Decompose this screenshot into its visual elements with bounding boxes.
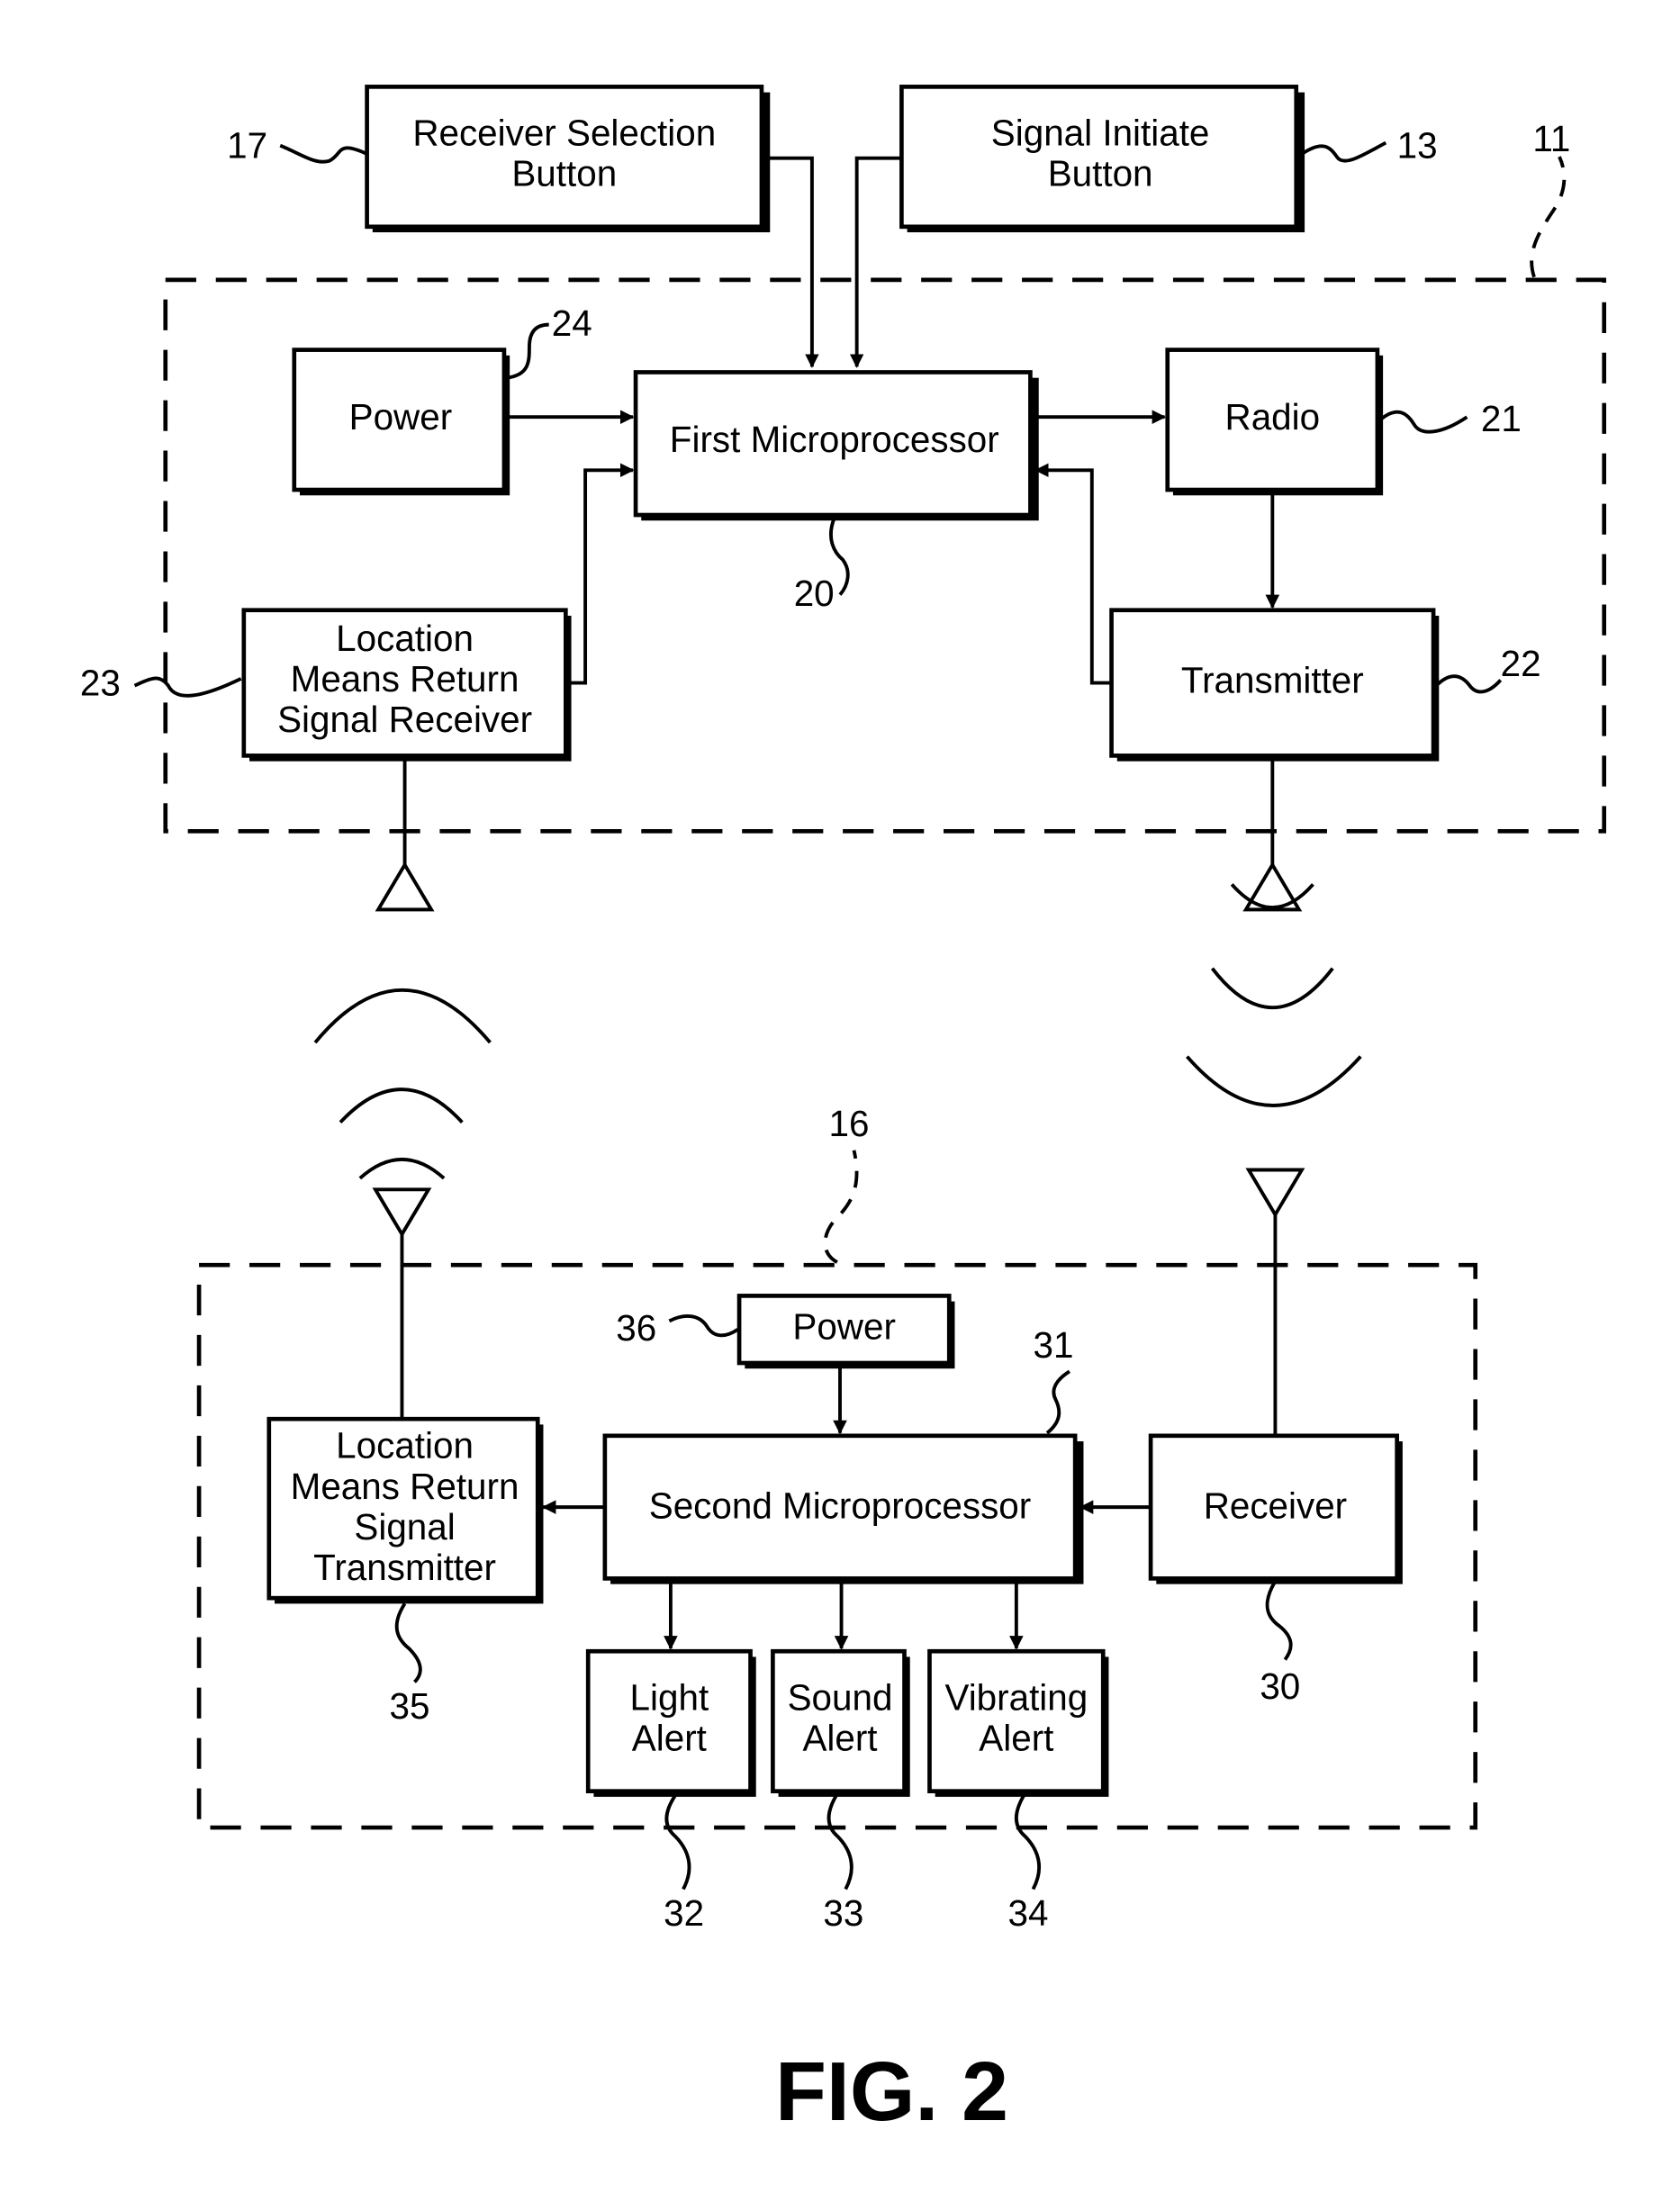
ref-leader-13 bbox=[1300, 140, 1387, 163]
signal-wave-icon bbox=[1210, 967, 1334, 1010]
receiver-selection-line1: Receiver Selection bbox=[412, 113, 716, 154]
ref-leader-35 bbox=[394, 1602, 422, 1683]
location-transmitter-line3: Signal bbox=[354, 1506, 455, 1548]
location-transmitter-line4: Transmitter bbox=[313, 1547, 496, 1588]
vibrating-alert-line1: Vibrating bbox=[944, 1677, 1088, 1719]
ref-17: 17 bbox=[227, 125, 267, 167]
vibrating-alert-line2: Alert bbox=[979, 1718, 1053, 1759]
sound-alert-line2: Alert bbox=[802, 1718, 877, 1759]
receiver-selection-line2: Button bbox=[511, 153, 617, 194]
light-alert-line2: Alert bbox=[632, 1718, 707, 1759]
location-receiver-line2: Means Return bbox=[291, 658, 519, 699]
transmitter-label: Transmitter bbox=[1181, 659, 1364, 700]
sound-alert-line1: Sound bbox=[788, 1677, 893, 1719]
ref-leader-22 bbox=[1434, 674, 1503, 694]
signal-wave-icon bbox=[358, 1158, 446, 1180]
location-transmitter-line2: Means Return bbox=[291, 1466, 519, 1507]
ref-32: 32 bbox=[664, 1892, 704, 1934]
ref-31: 31 bbox=[1034, 1324, 1074, 1366]
antenna-icon bbox=[1245, 1168, 1305, 1219]
power-2-label: Power bbox=[792, 1306, 896, 1348]
first-microprocessor-label: First Microprocessor bbox=[670, 419, 999, 460]
ref-leader-31 bbox=[1045, 1369, 1070, 1435]
ref-30: 30 bbox=[1260, 1665, 1300, 1707]
signal-wave-icon bbox=[1186, 1055, 1362, 1107]
signal-wave-icon bbox=[339, 1087, 464, 1124]
power-1-label: Power bbox=[349, 396, 453, 438]
ref-leader-34 bbox=[1014, 1792, 1042, 1891]
antenna-icon bbox=[372, 1187, 432, 1238]
ref-23: 23 bbox=[80, 663, 121, 704]
ref-22: 22 bbox=[1501, 643, 1541, 684]
ref-leader-16 bbox=[823, 1150, 859, 1264]
ref-leader-32 bbox=[664, 1792, 691, 1891]
signal-initiate-line2: Button bbox=[1048, 153, 1153, 194]
antenna-icon bbox=[375, 861, 435, 912]
ref-leader-24 bbox=[506, 322, 549, 380]
ref-35: 35 bbox=[389, 1685, 429, 1727]
second-microprocessor-label: Second Microprocessor bbox=[649, 1485, 1031, 1527]
ref-33: 33 bbox=[823, 1892, 863, 1934]
light-alert-line1: Light bbox=[630, 1677, 709, 1719]
ref-leader-21 bbox=[1378, 410, 1468, 434]
block-diagram: 11 Receiver Selection Button 17 Signal I… bbox=[80, 85, 1607, 2138]
ref-36: 36 bbox=[616, 1307, 656, 1349]
ref-24: 24 bbox=[552, 302, 592, 344]
ref-leader-11 bbox=[1530, 156, 1567, 278]
arrow-signal-initiate-to-mp1 bbox=[849, 156, 902, 368]
ref-16: 16 bbox=[829, 1103, 870, 1144]
receiver-label: Receiver bbox=[1204, 1485, 1347, 1527]
ref-leader-30 bbox=[1265, 1580, 1293, 1661]
ref-leader-23 bbox=[133, 676, 242, 698]
ref-leader-17 bbox=[279, 143, 368, 164]
ref-20: 20 bbox=[794, 573, 835, 614]
figure-label: FIG. 2 bbox=[775, 2044, 1008, 2138]
location-receiver-line1: Location bbox=[336, 618, 474, 659]
ref-34: 34 bbox=[1008, 1892, 1049, 1934]
ref-13: 13 bbox=[1397, 125, 1438, 167]
signal-wave-icon bbox=[313, 988, 492, 1044]
location-transmitter-line1: Location bbox=[336, 1425, 474, 1466]
ref-21: 21 bbox=[1481, 398, 1522, 439]
ref-11: 11 bbox=[1532, 118, 1570, 159]
arrow-location-receiver-to-mp1 bbox=[568, 463, 635, 685]
ref-leader-33 bbox=[826, 1792, 854, 1891]
location-receiver-line3: Signal Receiver bbox=[277, 699, 532, 740]
signal-initiate-line1: Signal Initiate bbox=[991, 113, 1210, 154]
ref-leader-36 bbox=[668, 1314, 739, 1338]
arrow-transmitter-to-mp1 bbox=[1034, 463, 1112, 685]
arrow-receiver-selection-to-mp1 bbox=[764, 156, 819, 368]
radio-label: Radio bbox=[1225, 396, 1321, 438]
